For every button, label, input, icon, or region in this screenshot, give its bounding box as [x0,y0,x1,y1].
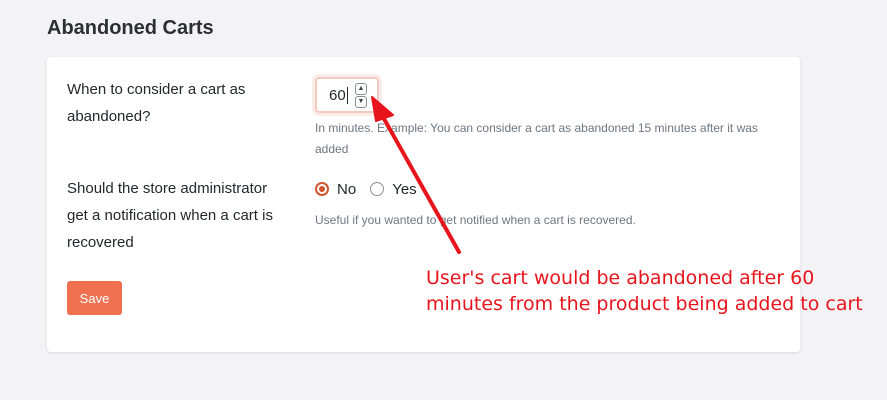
annotation-text: User's cart would be abandoned after 60 … [426,267,863,315]
admin-notify-radio-group: No Yes [315,178,431,200]
abandon-minutes-input[interactable]: 60 ▲ ▼ [312,74,382,116]
admin-notify-help: Useful if you wanted to get notified whe… [315,213,636,227]
number-spinner[interactable]: ▲ ▼ [355,83,367,108]
radio-yes[interactable] [370,182,385,196]
abandon-time-help: In minutes. Example: You can consider a … [315,121,758,156]
radio-option-no[interactable]: No [315,181,356,198]
save-button[interactable]: Save [67,281,122,315]
abandon-time-label: When to consider a cart as abandoned? [67,81,246,125]
radio-option-yes[interactable]: Yes [370,180,417,198]
abandon-minutes-value: 60 [329,87,346,104]
section-title: Abandoned Carts [47,17,214,39]
radio-no-label: No [337,180,357,198]
text-caret [347,87,348,104]
admin-notify-label: Should the store administrator get a not… [67,180,273,251]
spin-down-icon[interactable]: ▼ [355,96,367,108]
spin-up-icon[interactable]: ▲ [355,83,367,95]
page: Abandoned Carts When to consider a cart … [0,0,887,400]
radio-no[interactable] [315,182,329,196]
radio-yes-label: Yes [392,180,417,198]
